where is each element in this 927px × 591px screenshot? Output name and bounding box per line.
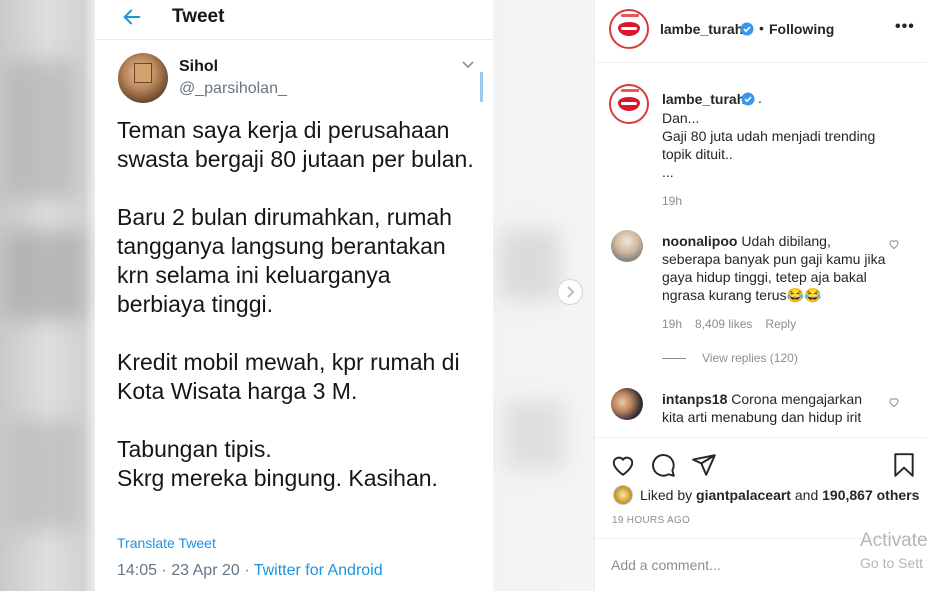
comment-text: noonalipoo Udah dibilang, seberapa banya…	[662, 232, 892, 304]
likes-count[interactable]: 190,867 others	[822, 487, 919, 503]
blurred-background	[5, 60, 75, 200]
tweet-client: Twitter for Android	[253, 562, 383, 579]
comment-icon[interactable]	[650, 452, 676, 478]
tweet-header-title: Tweet	[172, 6, 225, 27]
add-comment-input[interactable]	[611, 557, 851, 573]
blurred-background	[505, 400, 565, 470]
avatar[interactable]	[611, 230, 643, 262]
comment-meta: 19h 8,409 likes Reply	[662, 317, 809, 331]
activate-windows-watermark: Go to Sett	[860, 555, 924, 571]
next-slide-button[interactable]	[557, 279, 583, 305]
following-button[interactable]: Following	[769, 21, 834, 37]
divider	[662, 358, 686, 359]
tweet-author-name: Sihol	[179, 58, 219, 75]
caption-username[interactable]: lambe_turah	[662, 91, 745, 107]
comment-time: 19h	[662, 317, 683, 331]
share-icon[interactable]	[691, 452, 717, 478]
tweet-body: Teman saya kerja di perusahaan swasta be…	[117, 116, 477, 522]
chevron-down-icon	[462, 61, 474, 69]
scrollbar	[480, 72, 483, 102]
post-header: lambe_turah • Following •••	[595, 0, 927, 63]
tweet-meta: 14:05 · 23 Apr 20 · Twitter for Android	[117, 562, 383, 580]
caption-text: Dan... Gaji 80 juta udah menjadi trendin…	[662, 110, 876, 180]
avatar	[118, 53, 168, 103]
blurred-background	[500, 230, 560, 300]
view-replies-button[interactable]: View replies (120)	[702, 351, 798, 365]
back-arrow-icon	[123, 9, 141, 25]
comment-username[interactable]: noonalipoo	[662, 233, 737, 249]
action-bar	[595, 437, 927, 487]
likes-and: and	[790, 487, 823, 503]
tweet-paragraph: Teman saya kerja di perusahaan swasta be…	[117, 117, 474, 172]
comment-username[interactable]: intanps18	[662, 391, 727, 407]
reply-button[interactable]: Reply	[765, 317, 796, 331]
heart-icon[interactable]	[888, 396, 900, 408]
verified-icon	[740, 22, 754, 36]
post-sidebar: lambe_turah • Following ••• lambe_turah …	[594, 0, 927, 591]
verified-icon	[741, 92, 755, 106]
blurred-background	[5, 230, 85, 320]
avatar[interactable]	[611, 388, 643, 420]
post-author-username[interactable]: lambe_turah	[660, 21, 743, 37]
likes-summary: Liked by giantpalaceart and 190,867 othe…	[640, 487, 919, 503]
avatar[interactable]	[609, 84, 649, 124]
activate-windows-watermark: Activate	[860, 530, 927, 551]
heart-icon[interactable]	[610, 452, 636, 478]
tweet-header: Tweet	[95, 0, 493, 40]
chevron-right-icon	[567, 286, 575, 298]
caption-time: 19h	[662, 194, 683, 208]
blurred-background	[10, 420, 80, 530]
avatar[interactable]	[609, 9, 649, 49]
post-media: Tweet Sihol @_parsiholan_ Teman saya ker…	[0, 0, 594, 591]
translate-tweet-link: Translate Tweet	[117, 535, 216, 551]
bookmark-icon[interactable]	[891, 452, 917, 478]
tweet-screenshot: Tweet Sihol @_parsiholan_ Teman saya ker…	[95, 0, 493, 591]
more-icon[interactable]: •••	[895, 18, 915, 36]
post-age: 19 HOURS AGO	[612, 515, 691, 526]
tweet-timestamp: 14:05 · 23 Apr 20 ·	[117, 562, 254, 579]
separator: •	[759, 20, 764, 36]
comment-likes[interactable]: 8,409 likes	[695, 317, 752, 331]
tweet-paragraph: Tabungan tipis. Skrg mereka bingung. Kas…	[117, 436, 438, 491]
liked-by-user[interactable]: giantpalaceart	[696, 487, 791, 503]
tweet-author-handle: @_parsiholan_	[179, 80, 287, 97]
heart-icon[interactable]	[888, 238, 900, 250]
likes-prefix: Liked by	[640, 487, 697, 503]
avatar[interactable]	[613, 485, 633, 505]
tweet-paragraph: Baru 2 bulan dirumahkan, rumah tangganya…	[117, 204, 452, 317]
comment-text: intanps18 Corona mengajarkan kita arti m…	[662, 390, 887, 426]
caption-dot: .	[758, 90, 762, 106]
tweet-paragraph: Kredit mobil mewah, kpr rumah di Kota Wi…	[117, 349, 460, 404]
